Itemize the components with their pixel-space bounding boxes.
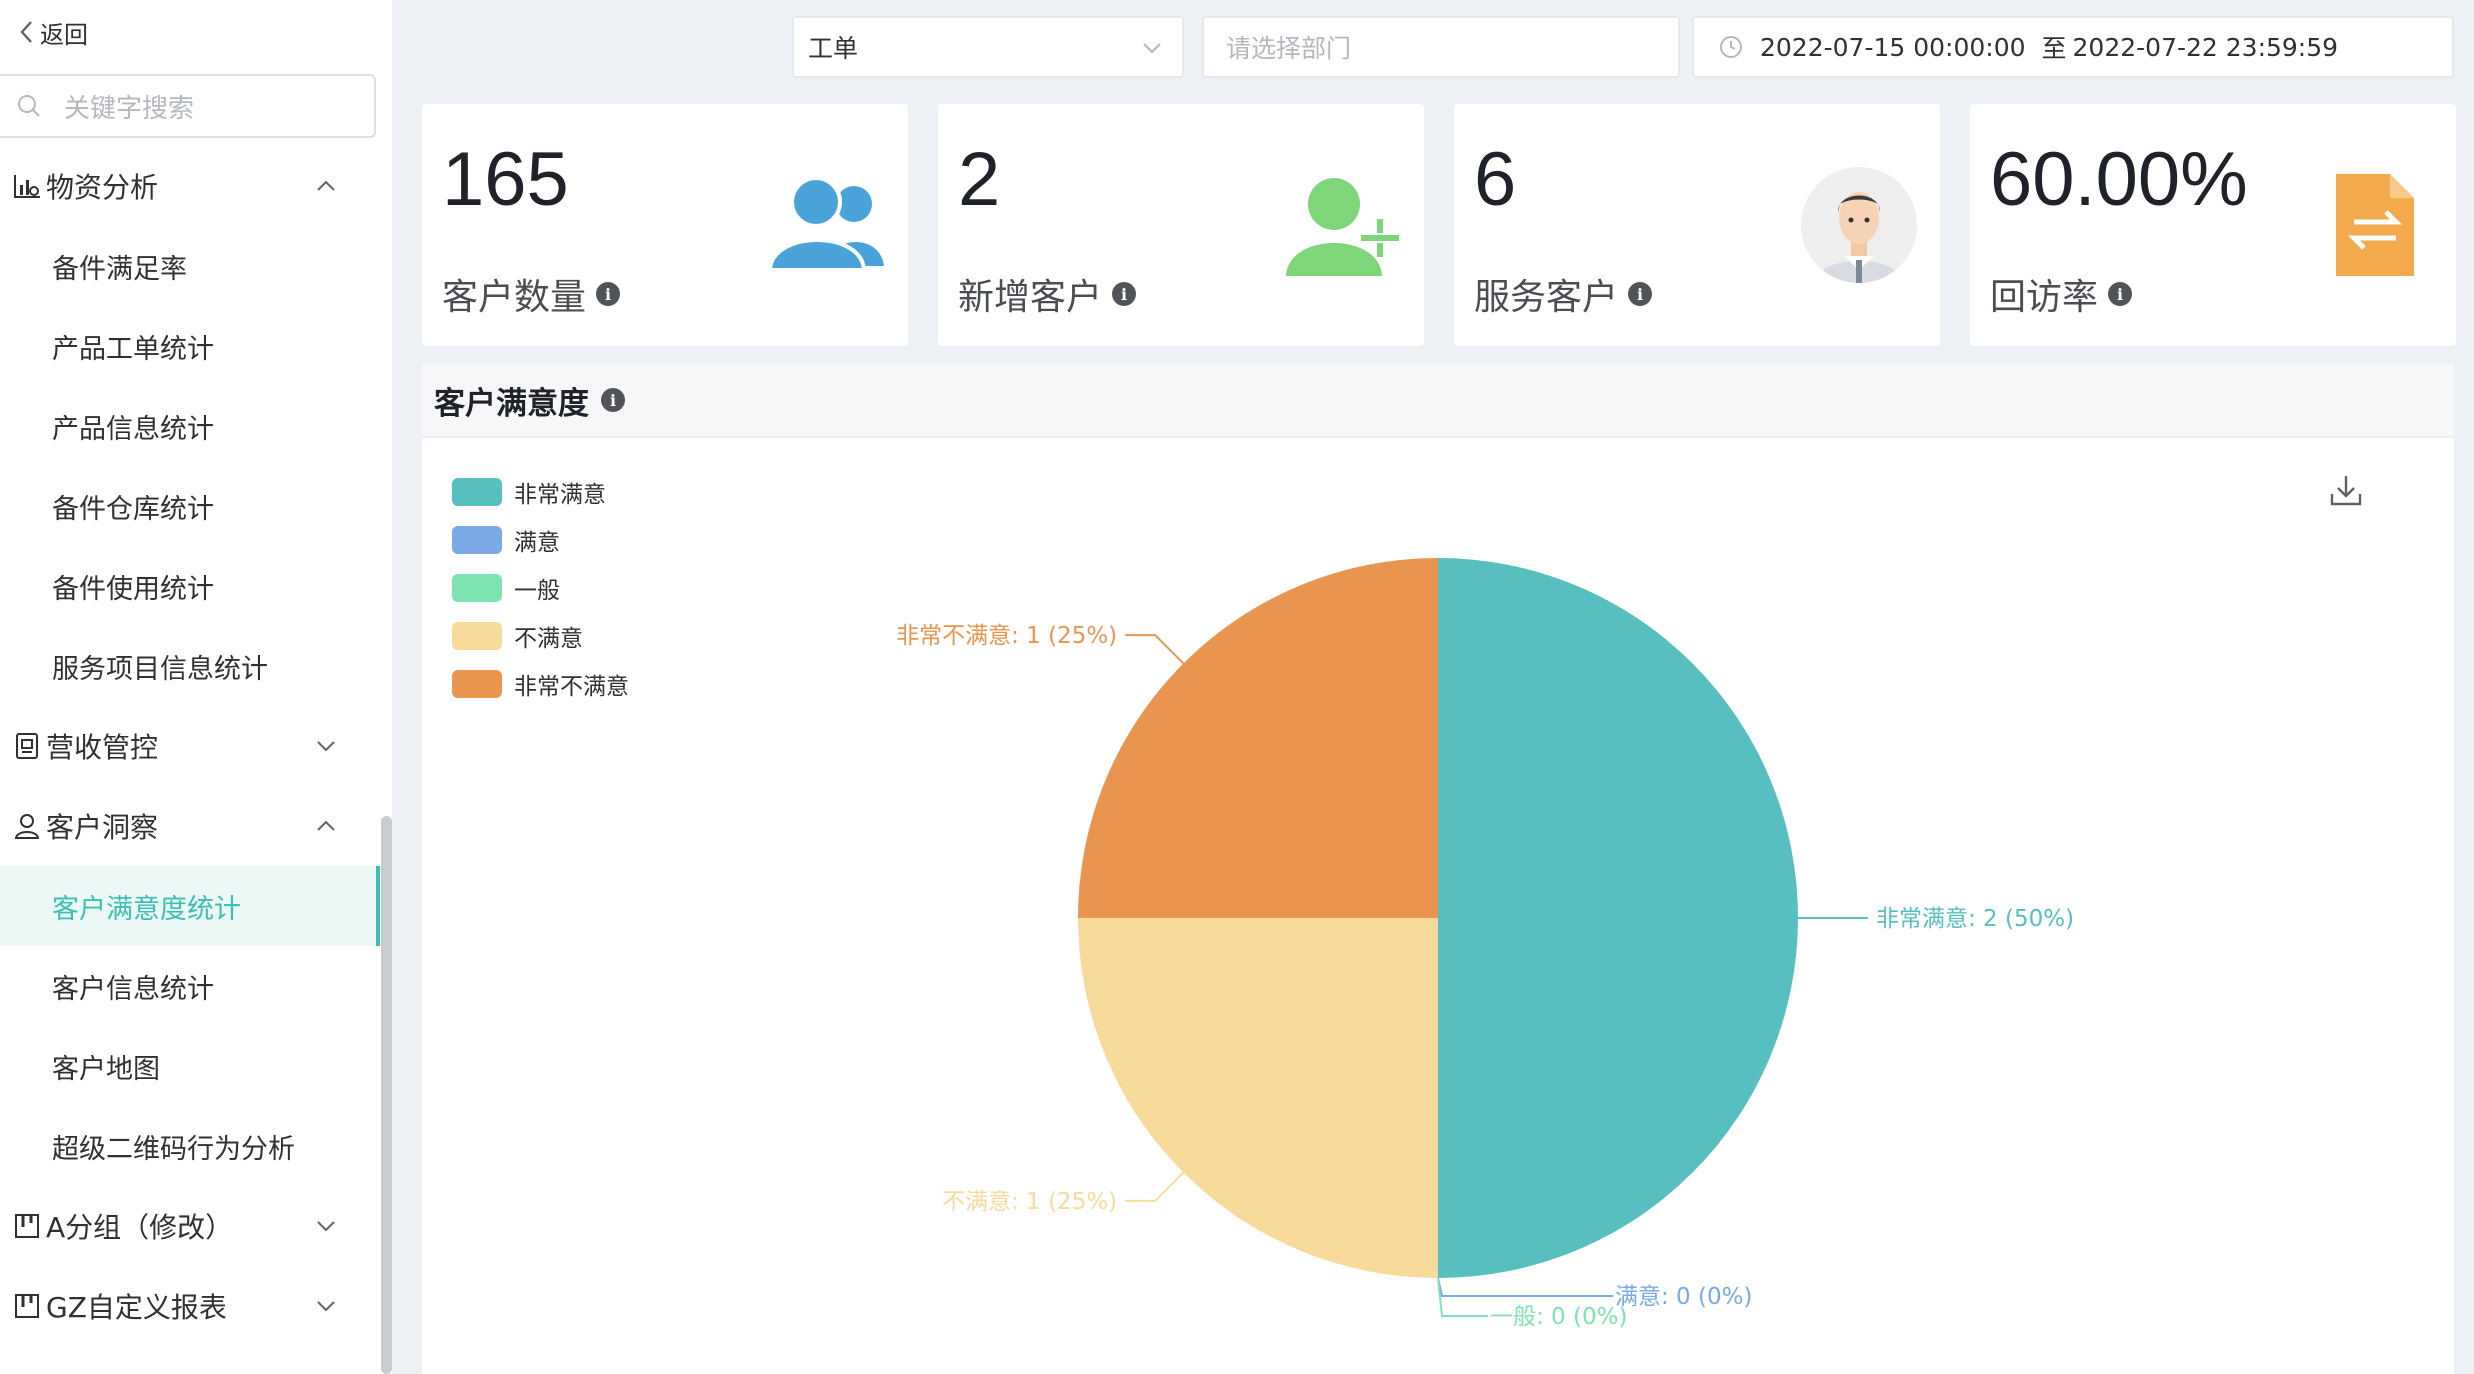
info-icon[interactable]: i bbox=[596, 282, 621, 306]
pie-slice[interactable] bbox=[1078, 918, 1438, 1278]
chevron-left-icon bbox=[20, 21, 32, 43]
stat-label: 新增客户 i bbox=[958, 268, 1137, 320]
chevron-down-icon bbox=[316, 706, 336, 786]
sidebar-scrollbar[interactable] bbox=[381, 816, 392, 1374]
pie-slice[interactable] bbox=[1438, 558, 1798, 1278]
stat-label-text: 新增客户 bbox=[958, 277, 1103, 318]
document-exchange-icon bbox=[2336, 174, 2414, 276]
menu-item-customer-info[interactable]: 客户信息统计 bbox=[0, 946, 376, 1026]
data-label: 一般: 0 (0%) bbox=[1490, 1304, 1627, 1330]
menu-group-label: GZ自定义报表 bbox=[46, 1291, 227, 1324]
stat-value: 165 bbox=[442, 137, 569, 222]
bar-chart-icon bbox=[12, 171, 42, 201]
menu-item-customer-map[interactable]: 客户地图 bbox=[0, 1026, 376, 1106]
stat-value: 2 bbox=[958, 137, 1001, 222]
stat-label-text: 客户数量 bbox=[442, 277, 587, 318]
type-select-value: 工单 bbox=[808, 34, 859, 63]
data-label: 非常满意: 2 (50%) bbox=[1876, 906, 2074, 932]
date-start[interactable]: 2022-07-15 00:00:00 bbox=[1760, 33, 2026, 62]
ledger-icon bbox=[12, 731, 42, 761]
menu-group-a[interactable]: A分组（修改） bbox=[0, 1186, 376, 1266]
menu-item-customer-satisfaction[interactable]: 客户满意度统计 bbox=[0, 866, 376, 946]
menu-item-product-info[interactable]: 产品信息统计 bbox=[0, 386, 376, 466]
menu-group-revenue[interactable]: 营收管控 bbox=[0, 706, 376, 786]
stat-label: 服务客户 i bbox=[1474, 268, 1653, 320]
leader-line bbox=[1125, 634, 1185, 665]
stat-value: 6 bbox=[1474, 137, 1517, 222]
satisfaction-panel: 客户满意度 i 非常满意 满意 一般 不满意 非常不满意 非常满意: 2 (50… bbox=[422, 364, 2454, 1374]
leader-line bbox=[1125, 1171, 1185, 1202]
chevron-down-icon bbox=[316, 1266, 336, 1346]
stat-value: 60.00% bbox=[1990, 137, 2248, 222]
active-indicator bbox=[376, 866, 380, 946]
chevron-down-icon bbox=[1143, 43, 1161, 54]
search-icon bbox=[18, 95, 40, 117]
chevron-down-icon bbox=[316, 1186, 336, 1266]
stat-card-served-customers: 6 服务客户 i bbox=[1454, 104, 1940, 346]
stat-card-customers: 165 客户数量 i bbox=[422, 104, 908, 346]
pie-slice[interactable] bbox=[1078, 558, 1438, 918]
date-range-picker[interactable]: 2022-07-15 00:00:00 至 2022-07-22 23:59:5… bbox=[1692, 16, 2454, 78]
menu-group-gz[interactable]: GZ自定义报表 bbox=[0, 1266, 376, 1346]
clock-icon bbox=[1720, 36, 1742, 58]
menu-group-customer-insight[interactable]: 客户洞察 bbox=[0, 786, 376, 866]
users-icon bbox=[767, 176, 884, 272]
menu-group-label: 客户洞察 bbox=[46, 811, 159, 844]
back-label: 返回 bbox=[40, 20, 88, 49]
board-icon bbox=[12, 1211, 42, 1241]
leader-line bbox=[1437, 1277, 1613, 1297]
pie-chart: 非常满意: 2 (50%) 满意: 0 (0%)一般: 0 (0%) 不满意: 1 … bbox=[896, 558, 2074, 1330]
stat-label: 回访率 i bbox=[1990, 268, 2133, 320]
menu-group-label: A分组（修改） bbox=[46, 1211, 234, 1244]
stat-card-revisit-rate: 60.00% 回访率 i bbox=[1970, 104, 2456, 346]
menu-group-label: 营收管控 bbox=[46, 731, 159, 764]
back-button[interactable]: 返回 bbox=[18, 14, 88, 50]
stat-label-text: 回访率 bbox=[1990, 277, 2099, 318]
menu-group-label: 物资分析 bbox=[46, 171, 159, 204]
date-end[interactable]: 2022-07-22 23:59:59 bbox=[2073, 33, 2339, 62]
user-icon bbox=[12, 811, 42, 841]
menu-item-parts-usage[interactable]: 备件使用统计 bbox=[0, 546, 376, 626]
menu-item-service-project[interactable]: 服务项目信息统计 bbox=[0, 626, 376, 706]
add-user-icon bbox=[1286, 178, 1401, 276]
department-select[interactable]: 请选择部门 bbox=[1202, 16, 1680, 78]
stat-label-text: 服务客户 bbox=[1474, 277, 1619, 318]
search-placeholder: 关键字搜索 bbox=[64, 93, 195, 124]
service-person-icon bbox=[1801, 167, 1917, 283]
menu-group-materials[interactable]: 物资分析 bbox=[0, 146, 376, 226]
data-label: 不满意: 1 (25%) bbox=[942, 1189, 1117, 1215]
menu-item-parts-fulfillment[interactable]: 备件满足率 bbox=[0, 226, 376, 306]
board-icon bbox=[12, 1291, 42, 1321]
menu-item-qrcode-analysis[interactable]: 超级二维码行为分析 bbox=[0, 1106, 376, 1186]
info-icon[interactable]: i bbox=[2108, 282, 2133, 306]
chevron-up-icon bbox=[316, 146, 336, 226]
stat-label: 客户数量 i bbox=[442, 268, 621, 320]
search-input[interactable]: 关键字搜索 bbox=[0, 74, 376, 138]
menu-item-parts-warehouse[interactable]: 备件仓库统计 bbox=[0, 466, 376, 546]
chevron-up-icon bbox=[316, 786, 336, 866]
menu-item-product-workorder[interactable]: 产品工单统计 bbox=[0, 306, 376, 386]
type-select[interactable]: 工单 bbox=[792, 16, 1184, 78]
stat-card-new-customers: 2 新增客户 i bbox=[938, 104, 1424, 346]
info-icon[interactable]: i bbox=[1628, 282, 1653, 306]
data-label: 非常不满意: 1 (25%) bbox=[896, 623, 1117, 649]
info-icon[interactable]: i bbox=[1112, 282, 1137, 306]
sidebar-menu: 物资分析 备件满足率 产品工单统计 产品信息统计 备件仓库统计 备件使用统计 服… bbox=[0, 146, 376, 1346]
date-separator: 至 bbox=[2041, 34, 2067, 63]
department-placeholder: 请选择部门 bbox=[1226, 34, 1352, 63]
data-label: 满意: 0 (0%) bbox=[1615, 1284, 1752, 1310]
sidebar: 返回 关键字搜索 物资分析 备件满足率 产品工单统计 产品信息统计 备件仓库统计… bbox=[0, 0, 392, 1374]
